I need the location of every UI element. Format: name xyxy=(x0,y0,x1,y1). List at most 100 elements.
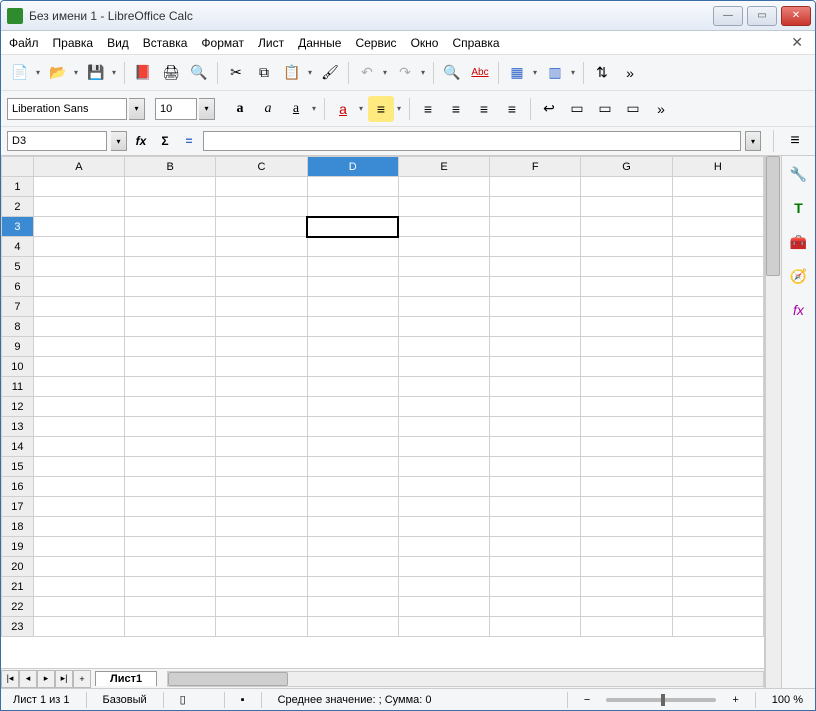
cell-B21[interactable] xyxy=(125,577,216,597)
font-name-dropdown[interactable]: ▾ xyxy=(129,98,145,120)
cell-D23[interactable] xyxy=(307,617,398,637)
zoom-slider[interactable] xyxy=(606,698,716,702)
menu-format[interactable]: Формат xyxy=(201,36,244,50)
cell-D10[interactable] xyxy=(307,357,398,377)
cell-G18[interactable] xyxy=(581,517,672,537)
cell-G19[interactable] xyxy=(581,537,672,557)
cell-H11[interactable] xyxy=(672,377,763,397)
select-all-corner[interactable] xyxy=(2,157,34,177)
cell-E6[interactable] xyxy=(398,277,489,297)
cell-F18[interactable] xyxy=(490,517,581,537)
copy-icon[interactable]: ⧉ xyxy=(251,60,277,86)
cell-G2[interactable] xyxy=(581,197,672,217)
cell-C9[interactable] xyxy=(216,337,307,357)
cell-F16[interactable] xyxy=(490,477,581,497)
cell-F8[interactable] xyxy=(490,317,581,337)
cell-E4[interactable] xyxy=(398,237,489,257)
cell-A21[interactable] xyxy=(33,577,124,597)
cell-H23[interactable] xyxy=(672,617,763,637)
underline-button[interactable]: a xyxy=(283,96,309,122)
bold-button[interactable]: a xyxy=(227,96,253,122)
cell-D11[interactable] xyxy=(307,377,398,397)
horizontal-scrollbar[interactable] xyxy=(167,671,764,687)
sidebar-navigator-icon[interactable]: 🧭 xyxy=(787,264,811,288)
cell-C14[interactable] xyxy=(216,437,307,457)
row-header-1[interactable]: 1 xyxy=(2,177,34,197)
sidebar-functions-icon[interactable]: fx xyxy=(787,298,811,322)
cell-D4[interactable] xyxy=(307,237,398,257)
sidebar-properties-icon[interactable]: 🔧 xyxy=(787,162,811,186)
cell-H10[interactable] xyxy=(672,357,763,377)
cell-D20[interactable] xyxy=(307,557,398,577)
col-header-B[interactable]: B xyxy=(125,157,216,177)
cell-F21[interactable] xyxy=(490,577,581,597)
cell-A1[interactable] xyxy=(33,177,124,197)
cell-H4[interactable] xyxy=(672,237,763,257)
cell-C4[interactable] xyxy=(216,237,307,257)
find-icon[interactable]: 🔍 xyxy=(439,60,465,86)
new-doc-icon[interactable]: 📄 xyxy=(7,60,33,86)
more-formatting-icon[interactable]: » xyxy=(648,96,674,122)
col-header-E[interactable]: E xyxy=(398,157,489,177)
row-header-17[interactable]: 17 xyxy=(2,497,34,517)
cell-G10[interactable] xyxy=(581,357,672,377)
cell-A14[interactable] xyxy=(33,437,124,457)
cell-C23[interactable] xyxy=(216,617,307,637)
sort-asc-icon[interactable]: ⇅ xyxy=(589,60,615,86)
cell-A6[interactable] xyxy=(33,277,124,297)
cell-A17[interactable] xyxy=(33,497,124,517)
cell-E21[interactable] xyxy=(398,577,489,597)
paste-icon[interactable]: 📋 xyxy=(279,60,305,86)
cell-F4[interactable] xyxy=(490,237,581,257)
cell-E10[interactable] xyxy=(398,357,489,377)
cell-H7[interactable] xyxy=(672,297,763,317)
cell-B11[interactable] xyxy=(125,377,216,397)
cell-C18[interactable] xyxy=(216,517,307,537)
cell-D14[interactable] xyxy=(307,437,398,457)
cell-F20[interactable] xyxy=(490,557,581,577)
cell-A3[interactable] xyxy=(33,217,124,237)
cell-F2[interactable] xyxy=(490,197,581,217)
name-box-dropdown[interactable]: ▾ xyxy=(111,131,127,151)
print-preview-icon[interactable]: 🔍 xyxy=(186,60,212,86)
cell-B23[interactable] xyxy=(125,617,216,637)
cell-F12[interactable] xyxy=(490,397,581,417)
cell-G12[interactable] xyxy=(581,397,672,417)
cell-A8[interactable] xyxy=(33,317,124,337)
cell-B1[interactable] xyxy=(125,177,216,197)
cell-A13[interactable] xyxy=(33,417,124,437)
cell-H13[interactable] xyxy=(672,417,763,437)
cell-B4[interactable] xyxy=(125,237,216,257)
row-header-8[interactable]: 8 xyxy=(2,317,34,337)
cell-C10[interactable] xyxy=(216,357,307,377)
cell-H18[interactable] xyxy=(672,517,763,537)
cell-G5[interactable] xyxy=(581,257,672,277)
menu-view[interactable]: Вид xyxy=(107,36,129,50)
tab-prev-button[interactable]: ◂ xyxy=(19,670,37,688)
cell-H22[interactable] xyxy=(672,597,763,617)
cell-B13[interactable] xyxy=(125,417,216,437)
cell-D1[interactable] xyxy=(307,177,398,197)
cell-B17[interactable] xyxy=(125,497,216,517)
cell-C6[interactable] xyxy=(216,277,307,297)
row-header-3[interactable]: 3 xyxy=(2,217,34,237)
sidebar-styles-icon[interactable]: T xyxy=(787,196,811,220)
row-header-22[interactable]: 22 xyxy=(2,597,34,617)
format-paintbrush-icon[interactable]: 🖌 xyxy=(317,60,343,86)
cell-H16[interactable] xyxy=(672,477,763,497)
highlight-color-icon[interactable]: ≡ xyxy=(368,96,394,122)
cell-A16[interactable] xyxy=(33,477,124,497)
cell-C12[interactable] xyxy=(216,397,307,417)
col-header-C[interactable]: C xyxy=(216,157,307,177)
cell-E5[interactable] xyxy=(398,257,489,277)
cell-C13[interactable] xyxy=(216,417,307,437)
cell-F9[interactable] xyxy=(490,337,581,357)
cell-D9[interactable] xyxy=(307,337,398,357)
cell-A15[interactable] xyxy=(33,457,124,477)
maximize-button[interactable]: ▭ xyxy=(747,6,777,26)
cell-F10[interactable] xyxy=(490,357,581,377)
cell-D16[interactable] xyxy=(307,477,398,497)
cell-H12[interactable] xyxy=(672,397,763,417)
cell-A10[interactable] xyxy=(33,357,124,377)
formula-input-dropdown[interactable]: ▾ xyxy=(745,131,761,151)
